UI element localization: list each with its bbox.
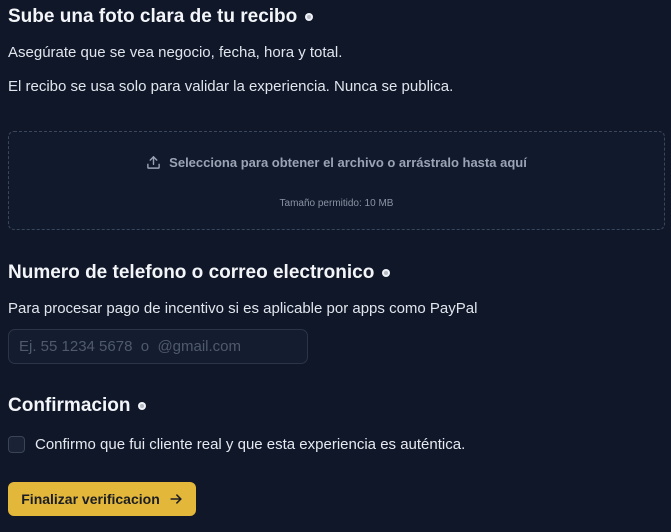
required-asterisk-icon bbox=[382, 269, 391, 277]
contact-title-text: Numero de telefono o correo electronico bbox=[8, 262, 375, 283]
dropzone-size-hint: Tamaño permitido: 10 MB bbox=[279, 198, 394, 209]
finalize-verification-button[interactable]: Finalizar verificacion bbox=[8, 482, 196, 516]
contact-description: Para procesar pago de incentivo si es ap… bbox=[8, 300, 478, 317]
dropzone-prompt: Selecciona para obtener el archivo o arr… bbox=[9, 155, 664, 170]
required-asterisk-icon bbox=[305, 13, 314, 21]
dropzone-text: Selecciona para obtener el archivo o arr… bbox=[169, 155, 527, 170]
arrow-right-icon bbox=[170, 494, 182, 504]
contact-section-title: Numero de telefono o correo electronico bbox=[8, 262, 391, 284]
contact-input[interactable] bbox=[8, 329, 308, 364]
receipt-title-text: Sube una foto clara de tu recibo bbox=[8, 6, 298, 27]
receipt-section-title: Sube una foto clara de tu recibo bbox=[8, 6, 314, 28]
finalize-button-label: Finalizar verificacion bbox=[21, 491, 160, 507]
authenticity-checkbox[interactable] bbox=[8, 436, 25, 453]
upload-icon bbox=[147, 156, 160, 169]
confirmation-title-text: Confirmacion bbox=[8, 395, 131, 416]
receipt-description-1: Asegúrate que se vea negocio, fecha, hor… bbox=[8, 44, 343, 61]
receipt-description-2: El recibo se usa solo para validar la ex… bbox=[8, 78, 454, 95]
file-dropzone[interactable]: Selecciona para obtener el archivo o arr… bbox=[8, 131, 665, 230]
required-asterisk-icon bbox=[138, 402, 147, 410]
authenticity-checkbox-label[interactable]: Confirmo que fui cliente real y que esta… bbox=[35, 436, 465, 453]
verification-form: Sube una foto clara de tu recibo Asegúra… bbox=[0, 0, 671, 532]
confirmation-section-title: Confirmacion bbox=[8, 395, 147, 417]
